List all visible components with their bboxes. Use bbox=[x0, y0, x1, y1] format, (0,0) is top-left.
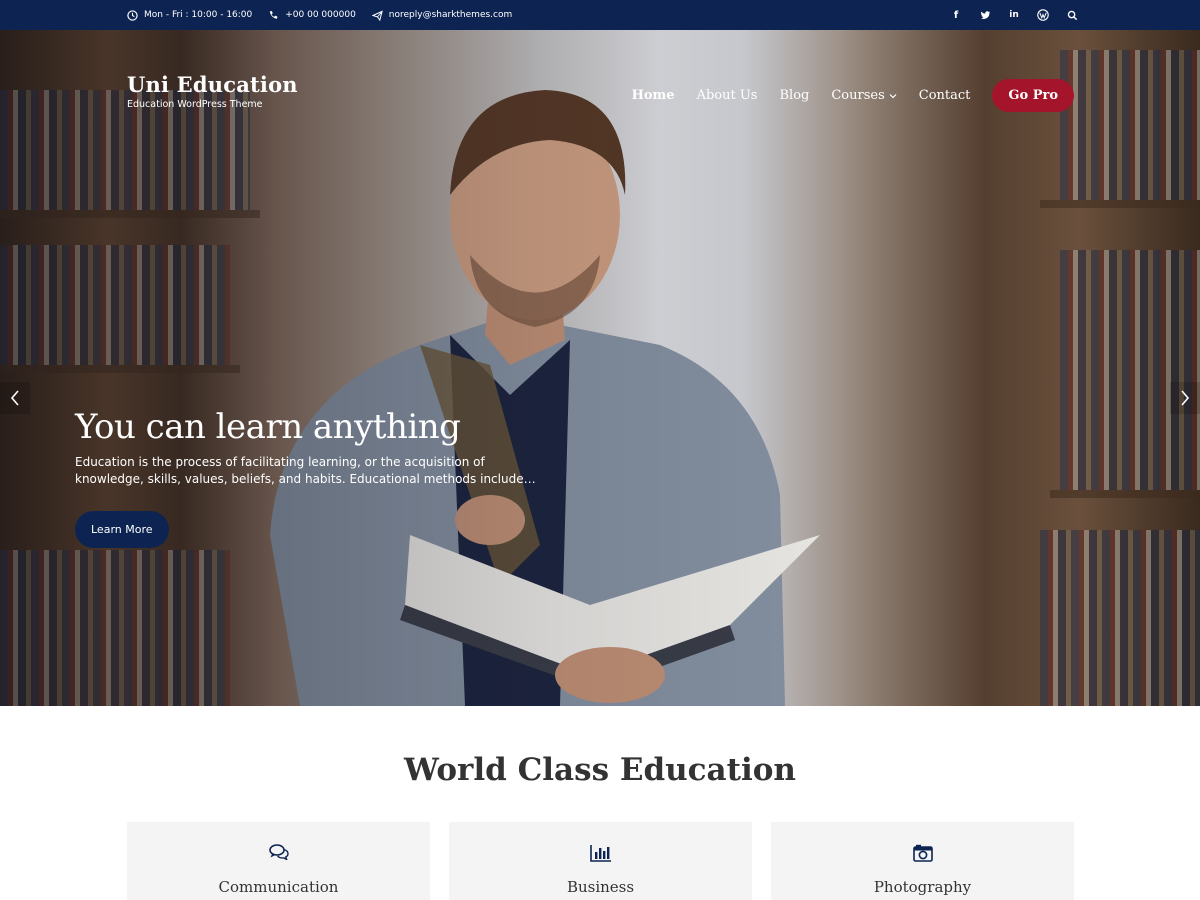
social-links: f in bbox=[950, 0, 1078, 30]
main-nav: Home About Us Blog Courses Contact Go Pr… bbox=[632, 79, 1074, 112]
top-bar: Mon - Fri : 10:00 - 16:00 +00 00 000000 … bbox=[0, 0, 1200, 30]
search-icon[interactable] bbox=[1066, 9, 1078, 21]
hero-heading: You can learn anything bbox=[75, 407, 461, 447]
hero-content: You can learn anything Education is the … bbox=[75, 408, 595, 548]
feature-card-photography[interactable]: Photography bbox=[771, 822, 1074, 900]
wordpress-icon[interactable] bbox=[1037, 9, 1049, 21]
nav-item-home[interactable]: Home bbox=[632, 88, 675, 103]
hours-text: Mon - Fri : 10:00 - 16:00 bbox=[144, 10, 253, 20]
email-item[interactable]: noreply@sharkthemes.com bbox=[371, 9, 513, 21]
paper-plane-icon bbox=[371, 9, 383, 21]
nav-item-courses-label: Courses bbox=[831, 88, 885, 103]
nav-item-blog[interactable]: Blog bbox=[779, 88, 809, 103]
hero-overlay bbox=[0, 30, 1200, 706]
go-pro-button[interactable]: Go Pro bbox=[992, 79, 1074, 112]
feature-cards: Communication Business Photography bbox=[127, 822, 1074, 900]
nav-item-about-us[interactable]: About Us bbox=[697, 88, 758, 103]
section-title: World Class Education bbox=[404, 752, 796, 788]
phone-icon bbox=[270, 10, 278, 19]
feature-card-communication[interactable]: Communication bbox=[127, 822, 430, 900]
feature-card-business[interactable]: Business bbox=[449, 822, 752, 900]
feature-card-label: Business bbox=[566, 878, 635, 896]
nav-item-contact[interactable]: Contact bbox=[919, 88, 971, 103]
slider-prev-button[interactable] bbox=[0, 382, 30, 414]
site-branding[interactable]: Uni Education Education WordPress Theme bbox=[127, 72, 298, 110]
slider-next-button[interactable] bbox=[1170, 382, 1200, 414]
comments-icon bbox=[268, 844, 289, 860]
learn-more-button[interactable]: Learn More bbox=[75, 511, 169, 548]
hours-item: Mon - Fri : 10:00 - 16:00 bbox=[127, 9, 253, 21]
chevron-down-icon bbox=[889, 93, 897, 98]
linkedin-icon[interactable]: in bbox=[1008, 9, 1020, 21]
twitter-icon[interactable] bbox=[979, 9, 991, 21]
hero-slider: Uni Education Education WordPress Theme … bbox=[0, 30, 1200, 706]
chevron-right-icon bbox=[1181, 390, 1190, 406]
chevron-left-icon bbox=[10, 390, 19, 406]
email-text: noreply@sharkthemes.com bbox=[388, 10, 513, 20]
clock-icon bbox=[127, 9, 138, 21]
feature-card-label: Photography bbox=[873, 878, 972, 896]
phone-text: +00 00 000000 bbox=[285, 10, 356, 20]
hero-description: Education is the process of facilitating… bbox=[75, 455, 536, 486]
camera-icon bbox=[912, 844, 933, 862]
bar-chart-icon bbox=[589, 845, 611, 862]
facebook-icon[interactable]: f bbox=[950, 9, 962, 21]
site-title[interactable]: Uni Education bbox=[127, 72, 298, 97]
nav-item-courses[interactable]: Courses bbox=[831, 88, 897, 103]
feature-card-label: Communication bbox=[218, 878, 339, 896]
site-tagline: Education WordPress Theme bbox=[127, 99, 263, 110]
contact-info: Mon - Fri : 10:00 - 16:00 +00 00 000000 … bbox=[127, 0, 512, 30]
phone-item[interactable]: +00 00 000000 bbox=[268, 10, 356, 21]
